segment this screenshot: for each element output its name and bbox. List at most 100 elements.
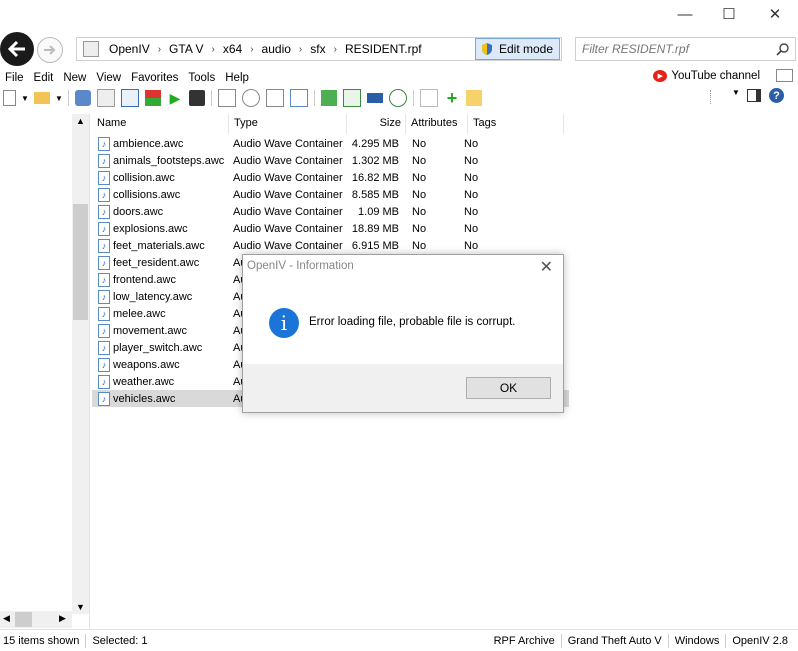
file-attributes: No [412, 171, 427, 184]
dropdown-arrow-icon[interactable]: ▼ [732, 88, 740, 97]
maximize-button[interactable]: ☐ [706, 0, 752, 28]
file-name: feet_materials.awc [113, 239, 205, 252]
file-size: 16.82 MB [351, 171, 399, 184]
filter-input[interactable]: Filter RESIDENT.rpf [575, 37, 796, 61]
table-row[interactable]: ♪ explosions.awc Audio Wave Container 18.89… [92, 220, 569, 237]
menu-edit[interactable]: Edit [29, 72, 59, 84]
file-type: Audio Wave Container [233, 239, 343, 252]
table-row[interactable]: ♪ doors.awc Audio Wave Container 1.09 MB No N… [92, 203, 569, 220]
status-bar: 15 items shown Selected: 1 RPF Archive G… [0, 629, 798, 651]
table-row[interactable]: ♪ collisions.awc Audio Wave Container 8.585… [92, 186, 569, 203]
file-name-cell: ♪ vehicles.awc [92, 391, 229, 406]
pane-divider[interactable] [89, 114, 90, 629]
table-row[interactable]: ♪ ambience.awc Audio Wave Container 4.295 M… [92, 135, 569, 152]
minimize-button[interactable]: — [662, 0, 708, 28]
audio-file-icon: ♪ [98, 136, 110, 151]
save-icon[interactable] [189, 90, 205, 106]
file-name-cell: ♪ explosions.awc [92, 221, 229, 236]
search-file-icon[interactable] [242, 89, 260, 107]
back-button[interactable] [0, 32, 34, 66]
audio-file-icon: ♪ [98, 238, 110, 253]
left-pane-horizontal-scrollbar[interactable]: ◀ ▶ [0, 611, 72, 628]
breadcrumb-x64[interactable]: x64 [217, 42, 248, 56]
table-row[interactable]: ♪ feet_materials.awc Audio Wave Container 6… [92, 237, 569, 254]
column-header-attributes[interactable]: Attributes [406, 114, 468, 134]
open-folder-icon[interactable] [34, 92, 50, 104]
audio-file-icon: ♪ [98, 153, 110, 168]
chevron-up-icon[interactable]: ▲ [76, 116, 85, 126]
youtube-channel-link[interactable]: ▶ YouTube channel [653, 70, 760, 82]
column-header-size[interactable]: Size [347, 114, 406, 134]
menu-view[interactable]: View [91, 72, 126, 84]
breadcrumb-openiv[interactable]: OpenIV [103, 42, 156, 56]
toolbar-separator [413, 90, 414, 106]
replace-icon[interactable] [343, 89, 361, 107]
dropdown-arrow-icon[interactable]: ▼ [55, 90, 63, 106]
youtube-icon: ▶ [653, 70, 668, 82]
menu-tools[interactable]: Tools [183, 72, 220, 84]
ok-button[interactable]: OK [466, 377, 551, 399]
status-version: OpenIV 2.8 [732, 634, 788, 647]
export-icon[interactable] [218, 89, 236, 107]
close-window-button[interactable]: ✕ [752, 0, 798, 28]
help-icon[interactable]: ? [769, 88, 784, 103]
column-header-type[interactable]: Type [229, 114, 347, 134]
file-name-cell: ♪ weapons.awc [92, 357, 229, 372]
chevron-left-icon[interactable]: ◀ [3, 613, 10, 624]
column-header-tags[interactable]: Tags [468, 114, 564, 134]
scrollbar-thumb[interactable] [73, 204, 88, 320]
dropdown-arrow-icon[interactable]: ▼ [21, 90, 29, 106]
file-name: player_switch.awc [113, 341, 203, 354]
breadcrumb-resident[interactable]: RESIDENT.rpf [339, 42, 428, 56]
breadcrumb-gtav[interactable]: GTA V [163, 42, 209, 56]
left-pane-vertical-scrollbar[interactable]: ▲ ▼ [72, 114, 89, 614]
breadcrumb[interactable]: OpenIV › GTA V › x64 › audio › sfx › RESIDENT… [76, 37, 562, 61]
new-folder-icon[interactable] [466, 90, 482, 106]
menu-new[interactable]: New [58, 72, 91, 84]
file-name-cell: ♪ collision.awc [92, 170, 229, 185]
audio-file-icon: ♪ [98, 340, 110, 355]
import-icon[interactable] [321, 90, 337, 106]
monitor-icon[interactable] [367, 93, 383, 103]
breadcrumb-audio[interactable]: audio [256, 42, 297, 56]
chevron-right-icon[interactable]: ▶ [59, 613, 66, 624]
edit-icon[interactable] [420, 89, 438, 107]
toolbar-separator [211, 90, 212, 106]
file-name: weapons.awc [113, 358, 180, 371]
menu-favorites[interactable]: Favorites [126, 72, 183, 84]
new-file-icon[interactable] [3, 90, 16, 106]
file-tags: No [464, 154, 479, 167]
chevron-down-icon[interactable]: ▼ [76, 602, 85, 612]
breadcrumb-sfx[interactable]: sfx [304, 42, 331, 56]
file-name-cell: ♪ melee.awc [92, 306, 229, 321]
dialog-close-button[interactable]: ✕ [540, 257, 553, 277]
menu-help[interactable]: Help [220, 72, 254, 84]
add-icon[interactable]: + [444, 88, 460, 108]
filter-placeholder: Filter RESIDENT.rpf [582, 42, 689, 56]
file-name: doors.awc [113, 205, 164, 218]
table-row[interactable]: ♪ collision.awc Audio Wave Container 16.82 … [92, 169, 569, 186]
scrollbar-thumb[interactable] [15, 612, 32, 627]
edit-mode-button[interactable]: Edit mode [474, 38, 560, 60]
refresh-icon[interactable] [389, 89, 407, 107]
file-type: Audio Wave Container [233, 154, 343, 167]
menu-file[interactable]: File [0, 72, 29, 84]
audio-file-icon: ♪ [98, 357, 110, 372]
layout-toggle-icon[interactable] [776, 69, 793, 82]
file-name-cell: ♪ frontend.awc [92, 272, 229, 287]
properties-icon[interactable] [75, 90, 91, 106]
forward-button[interactable] [37, 37, 63, 63]
check-icon[interactable] [121, 89, 139, 107]
hex-file-icon[interactable] [290, 89, 308, 107]
search-icon[interactable] [776, 42, 790, 56]
status-items-shown: 15 items shown [3, 634, 80, 647]
tree-icon[interactable] [145, 90, 161, 106]
column-header-name[interactable]: Name [92, 114, 229, 134]
preview-pane-icon[interactable] [747, 89, 761, 102]
copy-icon[interactable] [97, 89, 115, 107]
file-type: Audio Wave Container [233, 205, 343, 218]
table-row[interactable]: ♪ animals_footsteps.awc Audio Wave Contain… [92, 152, 569, 169]
text-file-icon[interactable] [266, 89, 284, 107]
file-name: explosions.awc [113, 222, 188, 235]
play-icon[interactable]: ▶ [167, 90, 183, 106]
